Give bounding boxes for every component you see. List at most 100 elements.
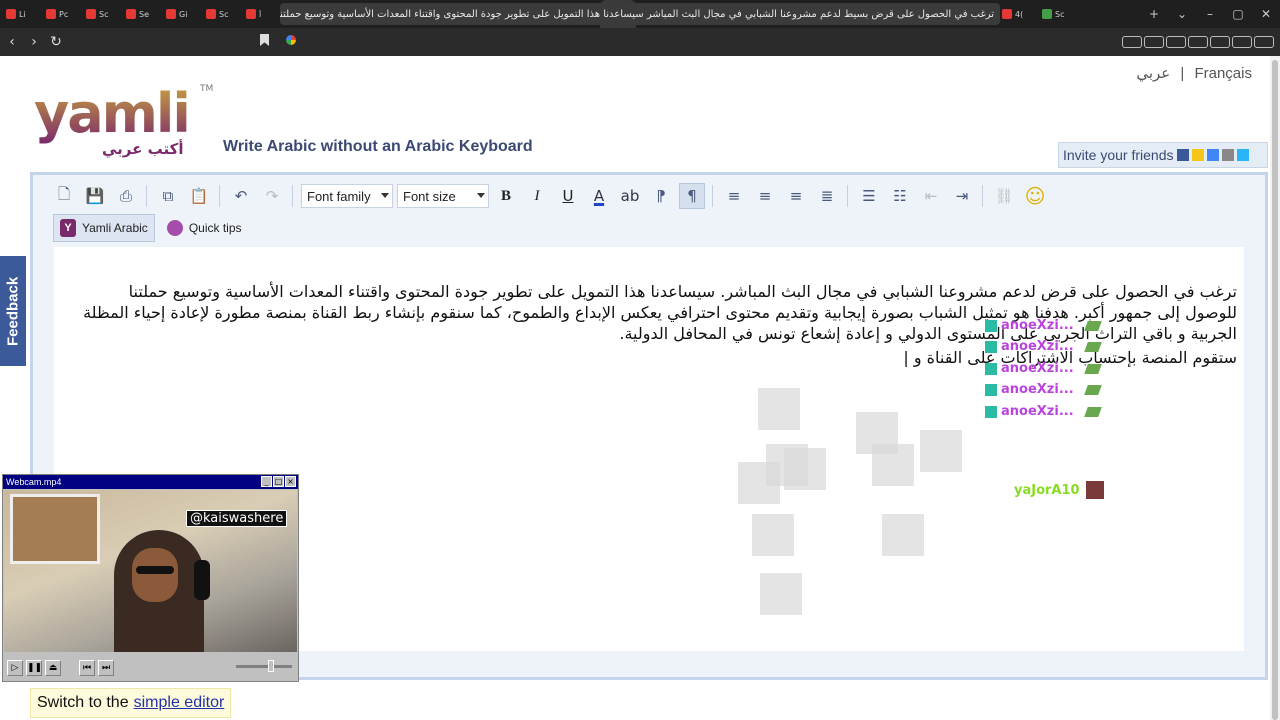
toolbar-separator <box>982 185 983 207</box>
twitter-icon[interactable] <box>1236 149 1249 161</box>
browser-tab[interactable]: أ <box>240 0 280 28</box>
ltr-direction-icon[interactable]: ⁋ <box>648 183 674 209</box>
bold-button[interactable]: B <box>493 183 519 209</box>
minimize-icon[interactable]: – <box>1196 7 1224 21</box>
play-icon[interactable]: ▷ <box>7 660 23 676</box>
maximize-icon[interactable]: □ <box>273 476 284 487</box>
back-icon[interactable]: ‹ <box>2 34 22 50</box>
font-size-select[interactable]: Font size <box>397 184 489 208</box>
lang-arabic-link[interactable]: عربي <box>1136 65 1170 82</box>
paste-icon[interactable]: 📋 <box>186 183 212 209</box>
menu-icon[interactable] <box>1254 36 1274 48</box>
italic-button[interactable]: I <box>524 183 550 209</box>
streamer-face <box>132 548 178 602</box>
tab-favicon-icon <box>206 9 216 19</box>
browser-tab[interactable]: Li <box>0 0 40 28</box>
webcam-title-bar[interactable]: Webcam.mp4 <box>3 475 298 489</box>
save-icon[interactable]: 💾 <box>82 183 108 209</box>
money-icon <box>1083 320 1102 331</box>
extension-icon[interactable] <box>1232 36 1252 48</box>
url-field[interactable]: ترغب في الحصول على قرض بسيط لدعم مشروعنا… <box>280 3 1000 25</box>
undo-icon[interactable]: ↶ <box>228 183 254 209</box>
forward-icon[interactable]: › <box>24 34 44 50</box>
minimize-icon[interactable]: _ <box>261 476 272 487</box>
align-left-icon[interactable]: ≡ <box>721 183 747 209</box>
money-icon <box>1083 384 1102 395</box>
new-document-icon[interactable]: 🗋 <box>51 183 77 209</box>
bullet-list-icon[interactable]: ☰ <box>856 183 882 209</box>
browser-tab[interactable]: Sc <box>200 0 240 28</box>
logo-trademark: TM <box>200 84 214 94</box>
align-justify-icon[interactable]: ≣ <box>814 183 840 209</box>
numbered-list-icon[interactable]: ☷ <box>887 183 913 209</box>
close-icon[interactable]: × <box>285 476 296 487</box>
tab-label: 4( <box>1015 9 1024 19</box>
tab-favicon-icon <box>166 9 176 19</box>
share-icon[interactable] <box>1221 149 1234 161</box>
redo-icon[interactable]: ↷ <box>259 183 285 209</box>
previous-icon[interactable]: ⏮ <box>79 660 95 676</box>
toolbar-separator <box>292 185 293 207</box>
extension-icon[interactable] <box>1166 36 1186 48</box>
reload-icon[interactable]: ↻ <box>46 34 66 50</box>
page-scrollbar[interactable] <box>1270 56 1280 720</box>
browser-tab[interactable]: Se <box>120 0 160 28</box>
indent-icon[interactable]: ⇥ <box>949 183 975 209</box>
feedback-tab[interactable]: Feedback <box>0 256 26 366</box>
viewer-name: yaJorA10 <box>1014 482 1080 498</box>
volume-slider[interactable] <box>236 660 292 672</box>
link-icon[interactable]: ⛓ <box>991 183 1017 209</box>
close-window-icon[interactable]: ✕ <box>1252 7 1280 21</box>
volume-knob[interactable] <box>268 660 274 672</box>
extension-icon[interactable] <box>1188 36 1208 48</box>
smiley-icon[interactable]: ☺ <box>1022 183 1048 209</box>
google-share-icon[interactable] <box>1206 149 1219 161</box>
overlay-particle <box>920 430 962 472</box>
webcam-window: Webcam.mp4 _ □ × @kaiswashere ▷ ❚❚ ⏏ ⏮ ⏭ <box>2 474 299 682</box>
facebook-icon[interactable] <box>1176 149 1189 161</box>
text-color-button[interactable]: A <box>586 183 612 209</box>
chevron-down-icon <box>477 193 485 198</box>
overlay-particle <box>738 462 780 504</box>
align-right-icon[interactable]: ≡ <box>783 183 809 209</box>
browser-tab[interactable]: Sc <box>1036 0 1076 28</box>
underline-button[interactable]: U <box>555 183 581 209</box>
star-icon[interactable] <box>1191 149 1204 161</box>
extension-icon[interactable] <box>1210 36 1230 48</box>
font-family-select[interactable]: Font family <box>301 184 393 208</box>
browser-tab[interactable]: Pc <box>40 0 80 28</box>
overlay-particle <box>760 573 802 615</box>
tab-search-icon[interactable]: ⌄ <box>1168 7 1196 21</box>
outdent-icon[interactable]: ⇤ <box>918 183 944 209</box>
gift-alert-row: anoeXzi... <box>985 404 1102 419</box>
quick-tips-button[interactable]: Quick tips <box>161 214 248 242</box>
microphone <box>194 560 210 600</box>
gift-icon <box>985 319 997 332</box>
browser-tab[interactable]: 4( <box>996 0 1036 28</box>
page: عربي | Français yamli TM أكتب عربي Write… <box>0 56 1280 720</box>
simple-editor-link[interactable]: simple editor <box>134 694 225 712</box>
browser-tab[interactable]: Gi <box>160 0 200 28</box>
pause-icon[interactable]: ❚❚ <box>26 660 42 676</box>
gift-alert-row: anoeXzi... <box>985 318 1102 333</box>
yamli-logo[interactable]: yamli TM أكتب عربي <box>34 84 214 166</box>
extension-icon[interactable] <box>1122 36 1142 48</box>
extension-icon[interactable] <box>1144 36 1164 48</box>
webcam-video: @kaiswashere <box>4 490 297 652</box>
browser-tab[interactable]: Sc <box>80 0 120 28</box>
highlight-color-button[interactable]: ab <box>617 183 643 209</box>
tab-favicon-icon <box>246 9 256 19</box>
new-tab-button[interactable]: + <box>1140 7 1168 21</box>
rtl-direction-icon[interactable]: ¶ <box>679 183 705 209</box>
print-icon[interactable]: ⎙ <box>113 183 139 209</box>
lang-french-link[interactable]: Français <box>1194 65 1252 82</box>
yamli-arabic-toggle[interactable]: Y Yamli Arabic <box>53 214 155 242</box>
maximize-icon[interactable]: ▢ <box>1224 7 1252 21</box>
eject-icon[interactable]: ⏏ <box>45 660 61 676</box>
scrollbar-thumb[interactable] <box>1272 60 1278 720</box>
align-center-icon[interactable]: ≡ <box>752 183 778 209</box>
next-icon[interactable]: ⏭ <box>98 660 114 676</box>
language-switch: عربي | Français <box>1130 64 1252 82</box>
copy-icon[interactable]: ⧉ <box>155 183 181 209</box>
lang-separator: | <box>1180 65 1185 82</box>
